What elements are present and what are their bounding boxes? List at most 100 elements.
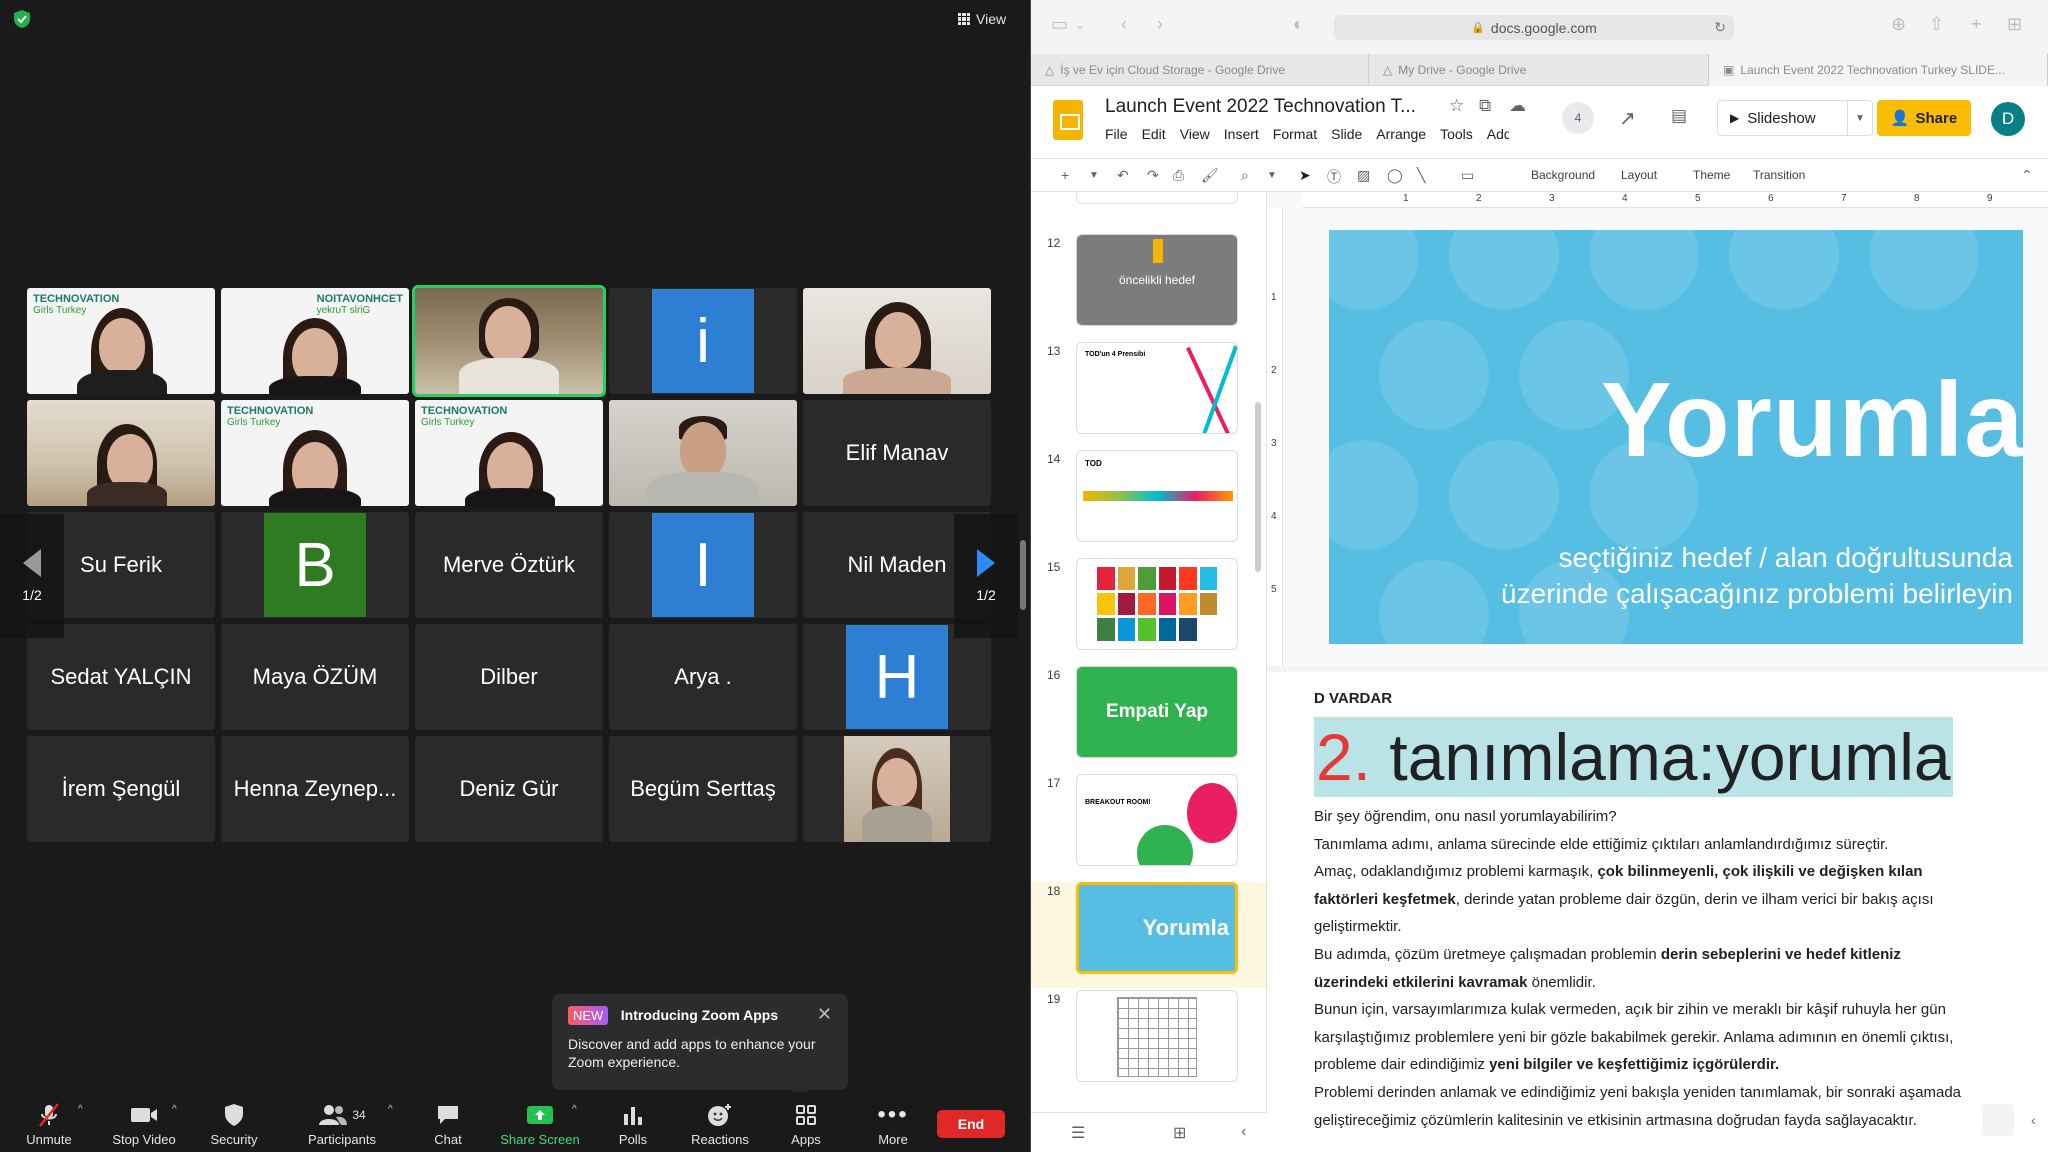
- participant-name-tile[interactable]: Dilber: [415, 624, 603, 730]
- participant-tile[interactable]: I: [609, 512, 797, 618]
- list-view-icon[interactable]: ☰: [1071, 1123, 1085, 1143]
- menu-tools[interactable]: Tools: [1440, 126, 1473, 142]
- slide-thumbnail-row[interactable]: 13 TOD'un 4 Prensibi: [1031, 342, 1266, 448]
- close-icon[interactable]: ✕: [817, 1004, 832, 1025]
- back-arrow-icon[interactable]: ‹: [1121, 14, 1127, 35]
- chevron-down-icon[interactable]: ▼: [1089, 170, 1099, 181]
- participant-video-tile[interactable]: [609, 400, 797, 506]
- address-bar[interactable]: 🔒 docs.google.com ↻: [1334, 15, 1734, 40]
- participant-name-tile[interactable]: Arya .: [609, 624, 797, 730]
- chevron-left-icon[interactable]: ‹: [1241, 1123, 1246, 1141]
- participant-video-tile[interactable]: NOITAVONHCET yekruT slriG: [221, 288, 409, 394]
- comment-add-icon[interactable]: ▭: [1461, 167, 1474, 184]
- slideshow-dropdown-icon[interactable]: ▼: [1848, 113, 1872, 124]
- encryption-shield-icon[interactable]: [14, 10, 30, 28]
- slide-thumbnail-row[interactable]: 17 BREAKOUT ROOM!: [1031, 774, 1266, 880]
- sidebar-toggle-icon[interactable]: ▭: [1051, 14, 1068, 35]
- slide-thumbnail[interactable]: Empati Yap: [1076, 666, 1238, 758]
- caret-up-icon[interactable]: ^: [572, 1104, 577, 1115]
- paint-format-icon[interactable]: 🖌: [1201, 167, 1219, 184]
- stop-video-button[interactable]: Stop Video: [108, 1092, 180, 1152]
- menu-arrange[interactable]: Arrange: [1376, 126, 1426, 142]
- move-folder-icon[interactable]: ⧉: [1479, 96, 1491, 116]
- menu-addons[interactable]: Add: [1487, 126, 1509, 142]
- participant-name-tile[interactable]: Deniz Gür: [415, 736, 603, 842]
- participant-video-tile[interactable]: TECHNOVATION Girls Turkey: [415, 400, 603, 506]
- participant-video-tile[interactable]: [803, 736, 991, 842]
- new-slide-icon[interactable]: +: [1061, 167, 1069, 183]
- grid-view-icon[interactable]: ⊞: [1173, 1123, 1186, 1143]
- privacy-shield-icon[interactable]: ◐: [1293, 14, 1304, 35]
- slide-thumbnail-row-selected[interactable]: 18 Yorumla: [1031, 882, 1266, 988]
- caret-up-icon[interactable]: ^: [172, 1104, 177, 1115]
- participant-video-tile-active[interactable]: [412, 285, 606, 397]
- shape-icon[interactable]: ◯: [1387, 167, 1403, 184]
- reload-icon[interactable]: ↻: [1714, 19, 1726, 36]
- unmute-button[interactable]: Unmute: [18, 1092, 80, 1152]
- menu-slide[interactable]: Slide: [1331, 126, 1362, 142]
- slide-thumbnail[interactable]: öncelikli hedef: [1076, 234, 1238, 326]
- select-cursor-icon[interactable]: ➤: [1299, 167, 1311, 184]
- participant-name-tile[interactable]: Merve Öztürk: [415, 512, 603, 618]
- end-meeting-button[interactable]: End: [937, 1110, 1005, 1138]
- caret-up-icon[interactable]: ^: [388, 1104, 393, 1115]
- chevron-down-icon[interactable]: ⌄: [1075, 18, 1085, 32]
- next-page-button[interactable]: 1/2: [954, 514, 1018, 638]
- menu-edit[interactable]: Edit: [1142, 126, 1166, 142]
- slide-thumbnail[interactable]: TOD: [1076, 450, 1238, 542]
- menu-insert[interactable]: Insert: [1224, 126, 1259, 142]
- slide-thumbnail-row[interactable]: 16 Empati Yap: [1031, 666, 1266, 772]
- slide-thumbnail-row[interactable]: 19: [1031, 990, 1266, 1096]
- menu-file[interactable]: File: [1105, 126, 1128, 142]
- new-tab-icon[interactable]: +: [1971, 14, 1982, 35]
- print-icon[interactable]: ⎙: [1173, 167, 1184, 184]
- transition-button[interactable]: Transition: [1753, 168, 1805, 182]
- view-button[interactable]: View: [952, 8, 1012, 30]
- slide-thumbnail-row[interactable]: 14 TOD: [1031, 450, 1266, 556]
- slide-thumbnail[interactable]: Yorumla: [1076, 882, 1238, 974]
- slide-thumbnail-row[interactable]: 12 öncelikli hedef: [1031, 234, 1266, 340]
- participants-button[interactable]: 34 Participants: [300, 1092, 384, 1152]
- participant-video-tile[interactable]: [803, 288, 991, 394]
- download-icon[interactable]: ⊕: [1891, 14, 1906, 35]
- activity-trend-icon[interactable]: ↗: [1619, 106, 1636, 131]
- line-icon[interactable]: ╲: [1417, 167, 1425, 184]
- reactions-button[interactable]: Reactions: [684, 1092, 756, 1152]
- zoom-icon[interactable]: ⌕: [1241, 167, 1249, 184]
- apps-button[interactable]: Apps: [786, 1092, 826, 1152]
- tab-overview-icon[interactable]: ⊞: [2007, 14, 2022, 35]
- participant-tile[interactable]: i: [609, 288, 797, 394]
- share-screen-button[interactable]: Share Screen: [498, 1092, 582, 1152]
- slide-thumbnail-row[interactable]: 15: [1031, 558, 1266, 664]
- current-slide[interactable]: Yorumla seçtiğiniz hedef / alan doğrultu…: [1329, 230, 2023, 644]
- share-icon[interactable]: ⇧: [1929, 14, 1944, 35]
- menu-format[interactable]: Format: [1273, 126, 1317, 142]
- slide-thumbnail[interactable]: TOD'un 4 Prensibi: [1076, 342, 1238, 434]
- google-slides-logo-icon[interactable]: [1053, 100, 1083, 140]
- participant-name-tile[interactable]: İrem Şengül: [27, 736, 215, 842]
- participant-video-tile[interactable]: TECHNOVATION Girls Turkey: [221, 400, 409, 506]
- zoom-scrollbar[interactable]: [1020, 540, 1026, 610]
- slide-title[interactable]: Yorumla: [1601, 360, 2023, 481]
- comments-icon[interactable]: ▤: [1671, 106, 1687, 126]
- cloud-saved-icon[interactable]: ☁: [1509, 96, 1526, 116]
- image-icon[interactable]: ▨: [1357, 167, 1370, 184]
- participant-tile[interactable]: B: [221, 512, 409, 618]
- speaker-notes[interactable]: D VARDAR 2. tanımlama:yorumla Bir şey öğ…: [1267, 672, 2048, 1152]
- previous-page-button[interactable]: 1/2: [0, 514, 64, 638]
- participant-tile[interactable]: H: [803, 624, 991, 730]
- slide-thumbnail[interactable]: [1076, 558, 1238, 650]
- more-button[interactable]: ••• More: [872, 1092, 914, 1152]
- text-box-icon[interactable]: Ⓣ: [1327, 167, 1341, 187]
- slide-thumbnail-row[interactable]: [1031, 192, 1266, 218]
- polls-button[interactable]: Polls: [612, 1092, 654, 1152]
- document-title[interactable]: Launch Event 2022 Technovation T...: [1105, 96, 1416, 118]
- tab-my-drive[interactable]: △ My Drive - Google Drive: [1369, 54, 1709, 86]
- chevron-down-icon[interactable]: ▼: [1267, 170, 1277, 181]
- explore-icon[interactable]: [1982, 1104, 2014, 1136]
- slide-thumbnail[interactable]: BREAKOUT ROOM!: [1076, 774, 1238, 866]
- theme-button[interactable]: Theme: [1693, 168, 1730, 182]
- forward-arrow-icon[interactable]: ›: [1157, 14, 1163, 35]
- slide-subtitle[interactable]: seçtiğiniz hedef / alan doğrultusunda üz…: [1501, 540, 2013, 612]
- participant-name-tile[interactable]: Sedat YALÇIN: [27, 624, 215, 730]
